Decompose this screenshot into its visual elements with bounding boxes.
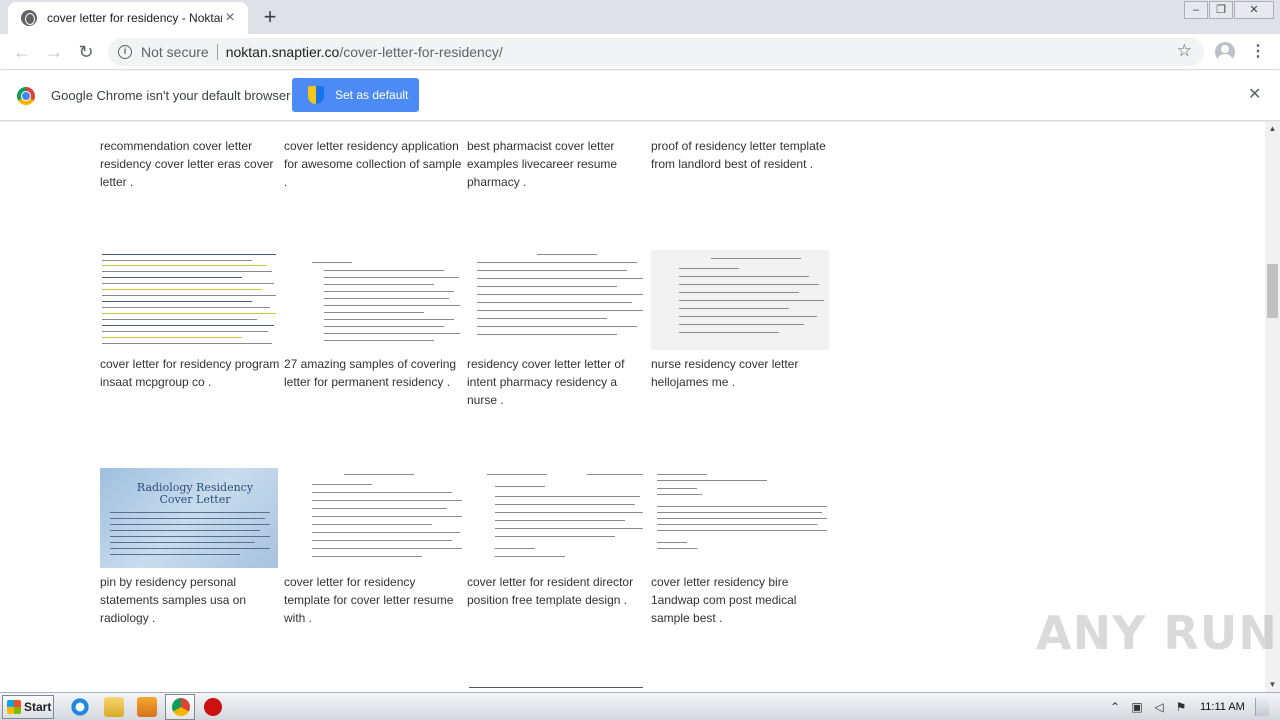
uac-shield-icon <box>308 86 324 104</box>
tab-title: cover letter for residency - Noktan.s <box>47 11 222 25</box>
window-close-icon[interactable]: ✕ <box>1234 1 1274 19</box>
thumbnail-image[interactable] <box>100 250 278 350</box>
gallery-caption[interactable]: cover letter for residency program insaa… <box>100 355 280 391</box>
security-label[interactable]: Not secure <box>141 44 209 60</box>
gallery-caption[interactable]: cover letter for resident director posit… <box>467 573 647 609</box>
browser-tab[interactable]: cover letter for residency - Noktan.s × <box>8 2 248 34</box>
volume-icon[interactable]: ◁ <box>1148 700 1170 714</box>
restore-icon[interactable]: ❐ <box>1209 1 1233 19</box>
show-desktop-button[interactable] <box>1254 698 1269 716</box>
url-path: /cover-letter-for-residency/ <box>339 44 503 60</box>
info-icon[interactable]: i <box>118 45 132 59</box>
url-separator <box>216 44 218 60</box>
tray-expand-icon[interactable]: ⌃ <box>1104 700 1126 714</box>
gallery-caption[interactable]: pin by residency personal statements sam… <box>100 573 280 627</box>
action-center-flag-icon[interactable]: ⚑ <box>1170 700 1192 714</box>
chrome-icon <box>172 698 190 716</box>
scrollbar-thumb[interactable] <box>1267 264 1278 318</box>
bookmark-star-icon[interactable]: ☆ <box>1177 41 1192 61</box>
opera-icon[interactable] <box>204 698 222 716</box>
anyrun-watermark: ANY RUN <box>1036 606 1278 660</box>
default-browser-infobar: Google Chrome isn't your default browser… <box>0 71 1280 121</box>
gallery-caption[interactable]: 27 amazing samples of covering letter fo… <box>284 355 464 391</box>
thumbnail-image[interactable]: Radiology Residency Cover Letter <box>100 468 278 568</box>
tab-strip: cover letter for residency - Noktan.s × … <box>0 0 1280 34</box>
thumbnail-image[interactable] <box>284 468 462 568</box>
gallery-caption[interactable]: cover letter residency bire 1andwap com … <box>651 573 831 627</box>
kebab-menu-icon[interactable]: ⋮ <box>1250 40 1266 64</box>
network-icon[interactable]: ▣ <box>1126 700 1148 714</box>
clock[interactable]: 11:11 AM <box>1200 701 1245 713</box>
thumbnail-image[interactable] <box>467 468 645 568</box>
address-bar[interactable]: i Not secure noktan.snaptier.co /cover-l… <box>108 38 1204 66</box>
set-as-default-button[interactable]: Set as default <box>292 78 419 112</box>
new-tab-button[interactable]: + <box>258 6 282 30</box>
gallery-caption[interactable]: proof of residency letter template from … <box>651 137 831 173</box>
gallery-caption[interactable]: recommendation cover letter residency co… <box>100 137 280 191</box>
infobar-close-icon[interactable]: ✕ <box>1248 87 1261 103</box>
minimize-icon[interactable]: – <box>1184 1 1208 19</box>
gallery-caption[interactable]: cover letter for residency template for … <box>284 573 464 627</box>
gallery-caption[interactable]: best pharmacist cover letter examples li… <box>467 137 647 191</box>
gallery-caption[interactable]: residency cover letter letter of intent … <box>467 355 647 409</box>
back-icon[interactable]: ← <box>10 40 34 64</box>
set-as-default-label: Set as default <box>335 88 409 102</box>
thumbnail-image[interactable] <box>284 250 462 350</box>
globe-icon <box>21 10 37 26</box>
chrome-taskbar-button[interactable] <box>165 694 195 720</box>
chrome-logo-icon <box>17 87 35 105</box>
tab-close-icon[interactable]: × <box>222 10 238 26</box>
start-button[interactable]: Start <box>2 695 54 719</box>
scroll-down-arrow-icon[interactable]: ▼ <box>1265 678 1280 692</box>
start-label: Start <box>24 700 52 714</box>
file-explorer-icon[interactable] <box>104 697 124 717</box>
thumbnail-image[interactable] <box>651 468 829 568</box>
reload-icon[interactable]: ↻ <box>74 40 98 64</box>
thumbnail-image[interactable] <box>651 250 829 350</box>
internet-explorer-icon[interactable] <box>70 697 90 717</box>
gallery-caption[interactable]: nurse residency cover letter hellojames … <box>651 355 831 391</box>
infobar-message: Google Chrome isn't your default browser <box>51 88 291 103</box>
thumbnail-image[interactable] <box>467 250 645 350</box>
windows-logo-icon <box>7 700 21 714</box>
url-host: noktan.snaptier.co <box>225 44 340 60</box>
gallery-caption[interactable]: cover letter residency application for a… <box>284 137 464 191</box>
forward-icon[interactable]: → <box>42 40 66 64</box>
media-player-icon[interactable] <box>137 697 157 717</box>
scroll-up-arrow-icon[interactable]: ▲ <box>1265 122 1280 136</box>
system-tray: ⌃ ▣ ◁ ⚑ 11:11 AM <box>1104 695 1280 719</box>
profile-avatar[interactable] <box>1215 42 1235 62</box>
taskbar: Start ⌃ ▣ ◁ ⚑ 11:11 AM <box>0 692 1280 720</box>
browser-toolbar: ← → ↻ i Not secure noktan.snaptier.co /c… <box>0 34 1280 70</box>
